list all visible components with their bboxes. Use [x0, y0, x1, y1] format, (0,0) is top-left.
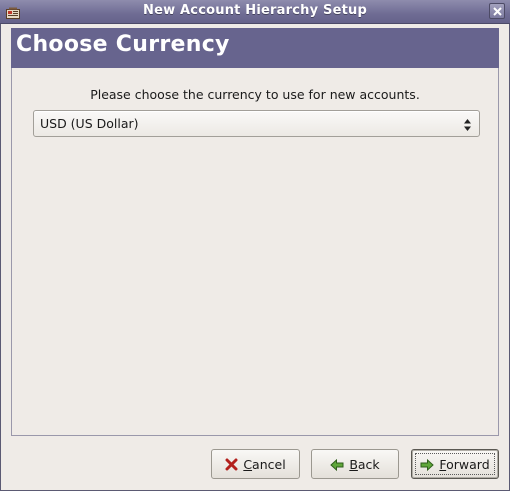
back-accel: B [349, 457, 358, 472]
cancel-button[interactable]: Cancel [211, 449, 300, 479]
page-header: Choose Currency [11, 28, 499, 68]
currency-prompt: Please choose the currency to use for ne… [90, 87, 420, 102]
page-title: Choose Currency [16, 32, 230, 57]
back-label-rest: ack [357, 457, 380, 472]
updown-arrows-icon [463, 117, 472, 131]
cancel-label-rest: ancel [252, 457, 286, 472]
title-bar[interactable]: New Account Hierarchy Setup [0, 0, 510, 24]
back-button[interactable]: Back [311, 449, 399, 479]
forward-label-rest: orward [446, 457, 490, 472]
dialog-window: New Account Hierarchy Setup Choose Curre… [0, 0, 510, 491]
currency-select[interactable]: USD (US Dollar) [33, 110, 480, 137]
currency-select-value: USD (US Dollar) [40, 116, 139, 131]
cancel-accel: C [243, 457, 253, 472]
close-button[interactable] [489, 3, 505, 19]
close-icon [493, 7, 502, 16]
forward-button[interactable]: Forward [411, 449, 499, 479]
green-right-arrow-icon [420, 458, 435, 472]
red-x-icon [225, 458, 238, 471]
green-left-arrow-icon [330, 458, 344, 472]
content-panel: Please choose the currency to use for ne… [11, 68, 499, 436]
window-title: New Account Hierarchy Setup [143, 3, 367, 18]
